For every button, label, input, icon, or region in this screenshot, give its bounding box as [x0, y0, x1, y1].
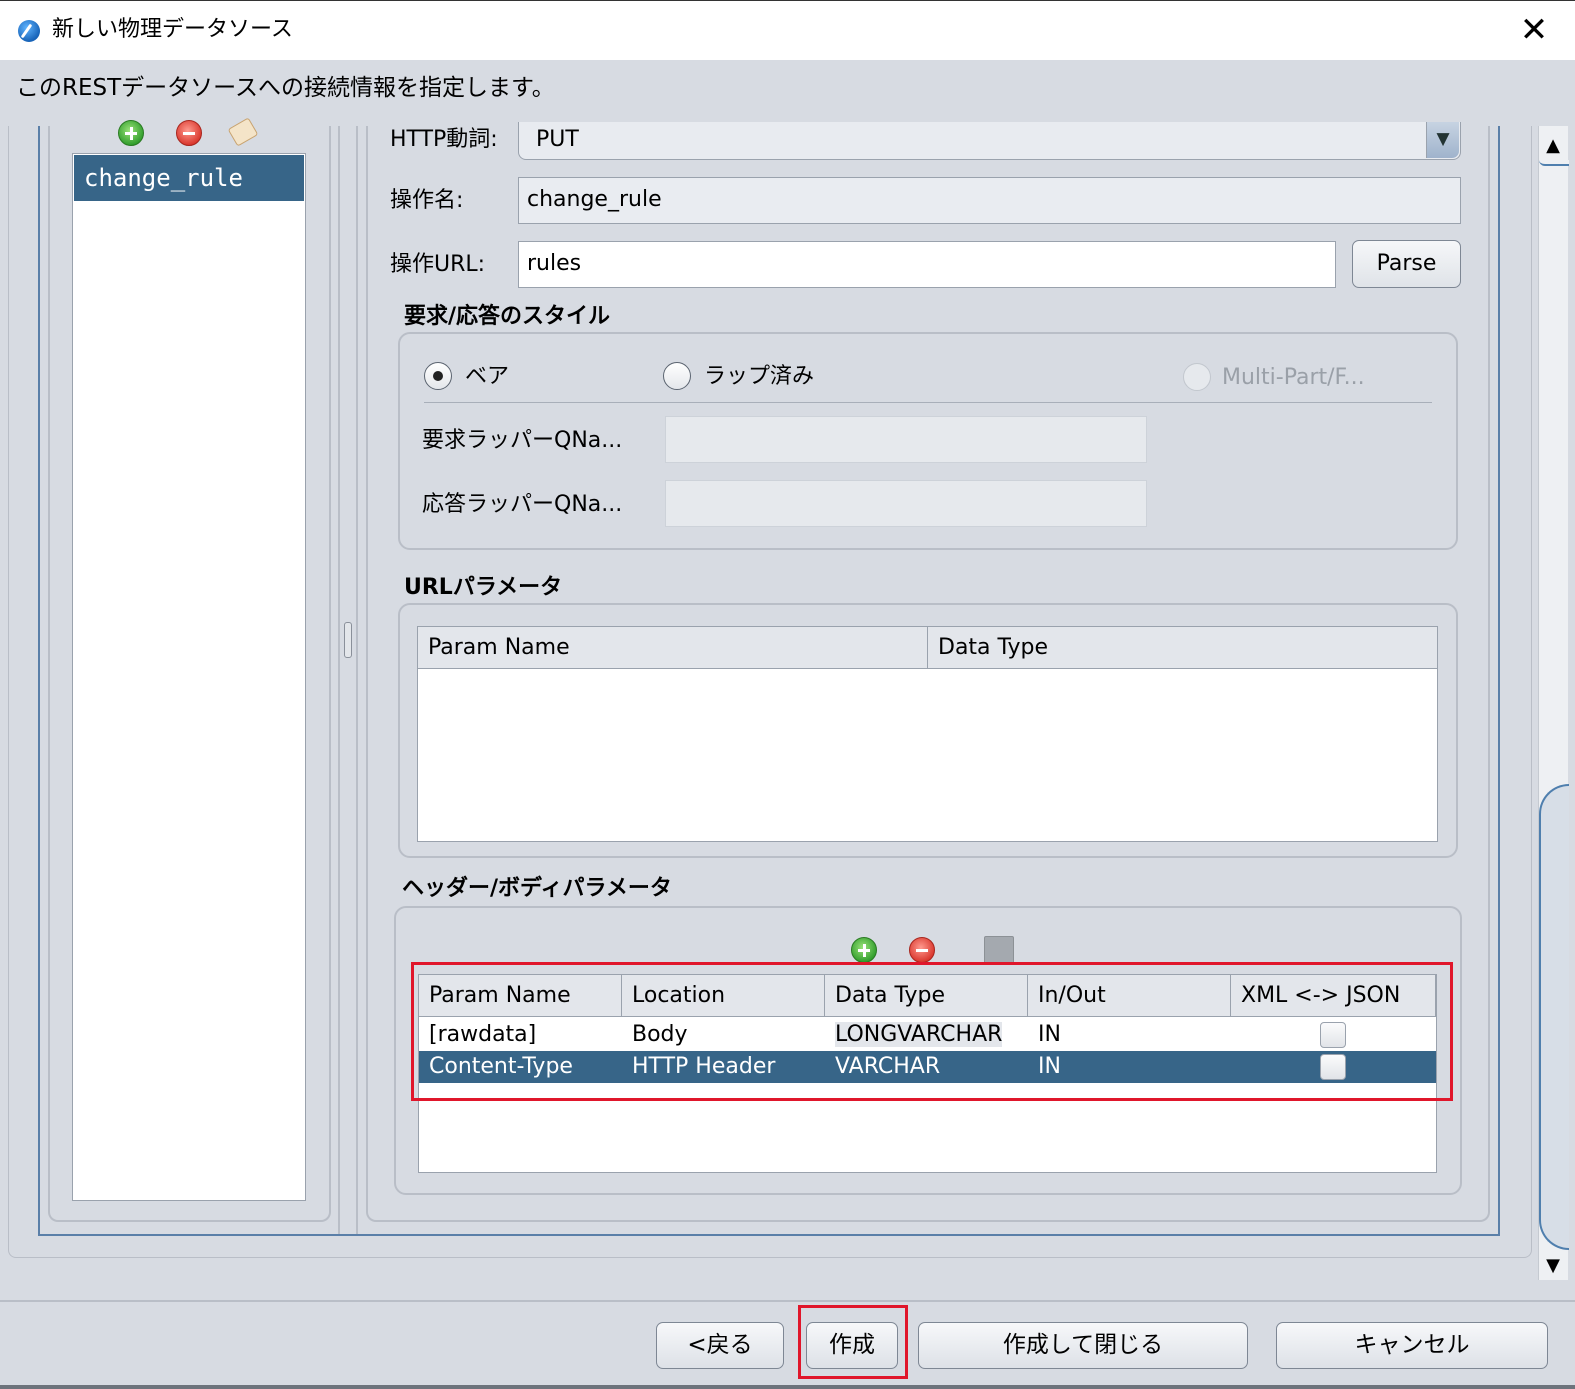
panel-splitter[interactable]: [338, 126, 358, 1234]
divider: [424, 402, 1432, 403]
column-header[interactable]: Param Name: [418, 627, 928, 669]
parse-button[interactable]: Parse: [1352, 240, 1461, 288]
operation-item[interactable]: change_rule: [74, 155, 304, 201]
operations-list[interactable]: [72, 153, 306, 1201]
add-operation-icon[interactable]: [118, 120, 144, 146]
close-icon[interactable]: ✕: [1516, 12, 1552, 48]
request-wrapper-label: 要求ラッパーQNa...: [422, 428, 623, 453]
window-bottom-edge: [0, 1385, 1575, 1389]
scroll-up-arrow-icon[interactable]: ▲: [1541, 134, 1565, 158]
response-wrapper-label: 応答ラッパーQNa...: [422, 492, 623, 517]
chevron-down-icon[interactable]: ▼: [1426, 122, 1459, 158]
style-group-title: 要求/応答のスタイル: [404, 304, 611, 329]
footer-divider: [0, 1300, 1575, 1302]
op-name-label: 操作名:: [390, 188, 464, 213]
radio-multipart-label: Multi-Part/F...: [1222, 365, 1365, 390]
remove-operation-icon[interactable]: [176, 120, 202, 146]
radio-bare-label: ベア: [465, 364, 510, 389]
op-url-field[interactable]: rules: [518, 241, 1336, 288]
http-verb-label: HTTP動詞:: [390, 127, 498, 152]
back-button[interactable]: <戻る: [656, 1322, 784, 1369]
dialog-description: このRESTデータソースへの接続情報を指定します。: [16, 75, 555, 101]
url-params-table[interactable]: Param Name Data Type: [417, 626, 1438, 842]
scrollbar-thumb[interactable]: [1539, 784, 1569, 1250]
response-wrapper-field[interactable]: [665, 480, 1147, 527]
op-url-label: 操作URL:: [390, 252, 486, 277]
app-logo-icon: [18, 20, 40, 42]
radio-bare[interactable]: [424, 362, 452, 390]
scroll-down-arrow-icon[interactable]: ▼: [1541, 1254, 1565, 1278]
highlight-annotation-create: [798, 1305, 908, 1379]
remove-param-icon[interactable]: [909, 937, 935, 963]
http-verb-select[interactable]: PUT: [518, 122, 1461, 160]
request-wrapper-field[interactable]: [665, 416, 1147, 463]
radio-wrapped[interactable]: [663, 362, 691, 390]
url-params-title: URLパラメータ: [404, 575, 563, 600]
cancel-button[interactable]: キャンセル: [1276, 1322, 1548, 1369]
add-param-icon[interactable]: [851, 937, 877, 963]
column-header[interactable]: Data Type: [928, 627, 1437, 669]
radio-multipart[interactable]: [1183, 363, 1211, 391]
window-title: 新しい物理データソース: [52, 17, 293, 42]
edit-param-icon[interactable]: [984, 936, 1014, 964]
highlight-annotation-table: [411, 962, 1453, 1101]
splitter-grip-icon[interactable]: [344, 622, 352, 658]
scrollbar-track-edge: [1539, 160, 1569, 166]
header-body-params-title: ヘッダー/ボディパラメータ: [402, 876, 672, 901]
op-name-field[interactable]: change_rule: [518, 177, 1461, 224]
create-and-close-button[interactable]: 作成して閉じる: [918, 1322, 1248, 1369]
radio-wrapped-label: ラップ済み: [704, 364, 815, 389]
